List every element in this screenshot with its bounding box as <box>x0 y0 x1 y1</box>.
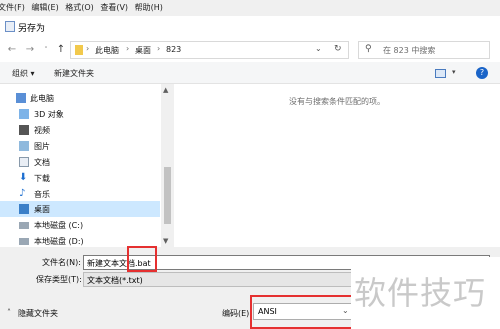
music-icon: ♪ <box>19 188 26 199</box>
dialog-title-bar: 另存为 <box>0 16 500 38</box>
arrow-right-icon[interactable]: → <box>24 43 36 57</box>
sidebar-item-documents[interactable]: 文档 <box>0 154 160 170</box>
menu-format[interactable]: 格式(O) <box>63 0 96 16</box>
chevron-up-icon[interactable]: ˄ <box>7 308 11 317</box>
sidebar-item-pictures[interactable]: 图片 <box>0 138 160 154</box>
watermark: 软件技巧 <box>354 274 487 312</box>
help-icon[interactable]: ? <box>476 67 488 79</box>
documents-icon <box>19 157 29 167</box>
chevron-down-icon[interactable]: ⌄ <box>315 44 322 53</box>
desktop-icon <box>19 204 29 214</box>
navigation-pane: 此电脑 3D 对象 视频 图片 文档 ⬇ 下载 ♪ 音乐 桌面 本地磁盘 (C:… <box>0 84 174 247</box>
video-icon <box>19 125 29 135</box>
filename-label: 文件名(N): <box>42 258 81 267</box>
dialog-title: 另存为 <box>18 24 46 34</box>
scrollbar-thumb[interactable] <box>164 167 171 224</box>
sidebar-item-3d-objects[interactable]: 3D 对象 <box>0 106 160 122</box>
file-list[interactable]: 没有与搜索条件匹配的项。 <box>174 84 500 247</box>
sidebar-item-drive-c[interactable]: 本地磁盘 (C:) <box>0 217 160 233</box>
sidebar-item-downloads[interactable]: ⬇ 下载 <box>0 170 160 186</box>
menu-bar: 文件(F) 编辑(E) 格式(O) 查看(V) 帮助(H) <box>0 0 500 16</box>
pc-icon <box>16 93 26 103</box>
recent-locations-icon[interactable]: ˅ <box>40 43 52 57</box>
pictures-icon <box>19 141 29 151</box>
sidebar-scrollbar[interactable]: ▲ ▼ <box>161 84 174 247</box>
chevron-down-icon[interactable]: ▾ <box>452 68 456 76</box>
breadcrumb-desktop[interactable]: 桌面 <box>135 45 151 56</box>
cube-icon <box>19 109 29 119</box>
drive-icon <box>19 222 29 229</box>
breadcrumb-separator: › <box>126 44 130 53</box>
breadcrumb-separator: › <box>157 44 161 53</box>
highlight-box-encoding <box>250 295 353 329</box>
breadcrumb-this-pc[interactable]: 此电脑 <box>95 45 119 56</box>
refresh-icon[interactable]: ↻ <box>334 44 342 54</box>
navigation-bar: ← → ˅ ↑ › 此电脑 › 桌面 › 823 ⌄ ↻ ⚲ 在 823 中搜索 <box>0 38 500 62</box>
drive-icon <box>19 238 29 245</box>
filetype-value: 文本文档(*.txt) <box>87 276 143 285</box>
organize-button[interactable]: 组织 ▾ <box>12 68 35 79</box>
download-icon: ⬇ <box>19 172 28 183</box>
sidebar-item-desktop[interactable]: 桌面 <box>0 201 160 217</box>
menu-edit[interactable]: 编辑(E) <box>29 0 60 16</box>
notepad-icon <box>5 21 15 32</box>
breadcrumb-823[interactable]: 823 <box>166 45 181 54</box>
search-icon: ⚲ <box>365 44 372 54</box>
scroll-down-icon[interactable]: ▼ <box>163 237 168 245</box>
search-placeholder: 在 823 中搜索 <box>383 46 436 55</box>
sidebar-item-music[interactable]: ♪ 音乐 <box>0 186 160 202</box>
hide-folders-button[interactable]: 隐藏文件夹 <box>18 308 58 319</box>
view-options-icon[interactable] <box>435 69 446 78</box>
highlight-box-extension <box>127 246 157 272</box>
arrow-left-icon[interactable]: ← <box>6 43 18 57</box>
sidebar-item-videos[interactable]: 视频 <box>0 122 160 138</box>
search-box[interactable]: ⚲ 在 823 中搜索 <box>358 41 490 59</box>
new-folder-button[interactable]: 新建文件夹 <box>54 68 94 79</box>
filetype-label: 保存类型(T): <box>36 275 82 284</box>
menu-file[interactable]: 文件(F) <box>0 0 27 16</box>
arrow-up-icon[interactable]: ↑ <box>55 43 67 57</box>
command-toolbar: 组织 ▾ 新建文件夹 ▾ ? <box>0 62 500 84</box>
encoding-label: 编码(E): <box>222 309 252 318</box>
sidebar-item-this-pc[interactable]: 此电脑 <box>0 90 160 106</box>
folder-icon <box>75 45 83 55</box>
menu-view[interactable]: 查看(V) <box>98 0 130 16</box>
empty-message: 没有与搜索条件匹配的项。 <box>289 97 385 106</box>
scroll-up-icon[interactable]: ▲ <box>163 86 168 94</box>
menu-help[interactable]: 帮助(H) <box>133 0 165 16</box>
breadcrumb-separator: › <box>86 44 90 53</box>
address-bar[interactable]: › 此电脑 › 桌面 › 823 ⌄ ↻ <box>70 41 349 59</box>
